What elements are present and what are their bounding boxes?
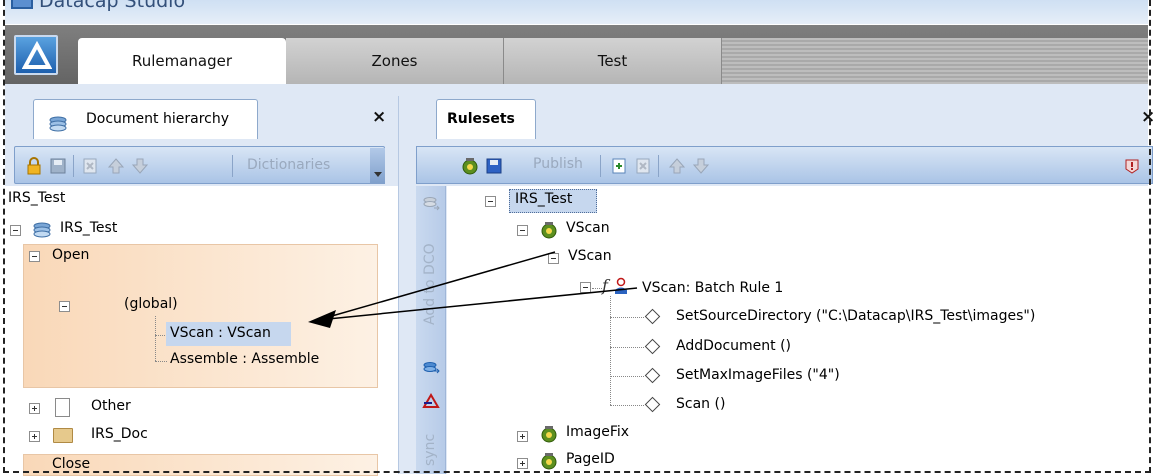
- delete-icon[interactable]: [634, 157, 652, 175]
- navigate-icon[interactable]: [422, 393, 440, 409]
- tree-item-close[interactable]: Close: [52, 456, 90, 472]
- add-to-dco-icon[interactable]: [422, 194, 440, 214]
- collapse-toggle[interactable]: [10, 225, 21, 236]
- ruleset-icon: [541, 426, 557, 443]
- title-bar: Datacap Studio: [5, 0, 1148, 24]
- move-up-icon[interactable]: [107, 157, 125, 175]
- save-icon[interactable]: [49, 157, 67, 175]
- toolbar-separator: [232, 155, 233, 177]
- move-down-icon[interactable]: [692, 157, 710, 175]
- publish-button[interactable]: Publish: [533, 156, 583, 172]
- expand-toggle[interactable]: [517, 458, 528, 469]
- tab-zones[interactable]: Zones: [286, 38, 504, 84]
- save-icon[interactable]: [485, 157, 503, 175]
- tree-item-irs-test[interactable]: IRS_Test: [60, 220, 117, 236]
- lock-icon[interactable]: [25, 157, 43, 175]
- tree-connector: [610, 296, 611, 405]
- rulesets-toolbar: [416, 146, 1153, 184]
- expand-toggle[interactable]: [29, 431, 40, 442]
- tree-item-action[interactable]: SetMaxImageFiles ("4"): [676, 367, 840, 383]
- tree-root-label: IRS_Test: [8, 190, 66, 206]
- collapse-toggle[interactable]: [29, 251, 40, 262]
- tree-item-irs-test-root[interactable]: IRS_Test: [515, 191, 572, 207]
- expand-toggle[interactable]: [29, 403, 40, 414]
- tree-item-global[interactable]: (global): [124, 296, 178, 312]
- user-icon: [615, 277, 627, 294]
- tab-rulesets[interactable]: Rulesets: [436, 99, 536, 139]
- folder-icon: [53, 428, 73, 443]
- move-down-icon[interactable]: [131, 157, 149, 175]
- tree-item-assemble[interactable]: Assemble : Assemble: [170, 351, 319, 367]
- document-hierarchy-label: Document hierarchy: [86, 111, 229, 127]
- add-to-dco-label[interactable]: Add to DCO: [422, 243, 438, 325]
- sync-label[interactable]: sync: [422, 434, 438, 466]
- collapse-toggle[interactable]: [517, 225, 528, 236]
- tree-item-ruleset-pageid[interactable]: PageID: [566, 451, 615, 467]
- pane-splitter[interactable]: [398, 96, 408, 474]
- layers-icon: [32, 221, 52, 243]
- tree-connector: [155, 361, 167, 362]
- tab-test[interactable]: Test: [504, 38, 722, 84]
- close-document-hierarchy-icon[interactable]: ×: [372, 107, 386, 127]
- collapse-toggle[interactable]: [59, 301, 70, 312]
- dco-side-strip: [416, 186, 446, 474]
- add-document-icon[interactable]: [610, 157, 628, 175]
- app-title-icon: [11, 0, 33, 9]
- tree-connector: [610, 317, 644, 318]
- sync-dco-icon[interactable]: [422, 360, 440, 376]
- tab-band-filler: [722, 38, 1148, 84]
- datacap-logo-icon[interactable]: [14, 35, 58, 75]
- function-icon: f: [602, 276, 608, 295]
- collapse-toggle[interactable]: [548, 253, 559, 264]
- tree-item-rule-vscan[interactable]: VScan: [568, 248, 612, 264]
- tab-rulemanager[interactable]: Rulemanager: [78, 38, 286, 84]
- tree-connector: [610, 347, 644, 348]
- close-rulesets-icon[interactable]: ×: [1141, 107, 1153, 127]
- toolbar-separator: [73, 155, 74, 177]
- tree-item-action[interactable]: Scan (): [676, 396, 725, 412]
- tree-item-vscan[interactable]: VScan : VScan: [170, 325, 271, 341]
- tree-connector: [610, 376, 644, 377]
- tree-item-ruleset-vscan[interactable]: VScan: [566, 220, 610, 236]
- tree-item-action[interactable]: AddDocument (): [676, 338, 791, 354]
- app-title: Datacap Studio: [39, 0, 186, 12]
- document-icon: [55, 398, 70, 417]
- toolbar-overflow-dropdown[interactable]: [370, 148, 385, 184]
- tree-item-ruleset-imagefix[interactable]: ImageFix: [566, 424, 629, 440]
- toolbar-separator: [658, 155, 659, 177]
- tree-connector: [155, 316, 156, 361]
- move-up-icon[interactable]: [668, 157, 686, 175]
- delete-icon[interactable]: [81, 157, 99, 175]
- toolbar-separator: [600, 155, 601, 177]
- tree-item-other[interactable]: Other: [91, 398, 131, 414]
- tree-item-irs-doc[interactable]: IRS_Doc: [91, 426, 148, 442]
- tab-document-hierarchy[interactable]: Document hierarchy: [33, 99, 258, 139]
- layers-icon: [48, 110, 68, 148]
- tree-connector: [610, 405, 644, 406]
- tree-item-open[interactable]: Open: [52, 247, 89, 263]
- collapse-toggle[interactable]: [580, 282, 591, 293]
- tree-connector: [592, 288, 602, 289]
- ruleset-icon: [541, 222, 557, 239]
- tree-item-batch-rule[interactable]: VScan: Batch Rule 1: [642, 280, 783, 296]
- traffic-light-icon[interactable]: [461, 157, 479, 175]
- expand-toggle[interactable]: [517, 431, 528, 442]
- document-hierarchy-toolbar: Dictionaries: [14, 146, 385, 184]
- tree-item-action[interactable]: SetSourceDirectory ("C:\Datacap\IRS_Test…: [676, 308, 1035, 324]
- collapse-toggle[interactable]: [485, 196, 496, 207]
- warning-icon[interactable]: [1123, 157, 1141, 175]
- ruleset-icon: [541, 453, 557, 470]
- dictionaries-button[interactable]: Dictionaries: [247, 157, 330, 173]
